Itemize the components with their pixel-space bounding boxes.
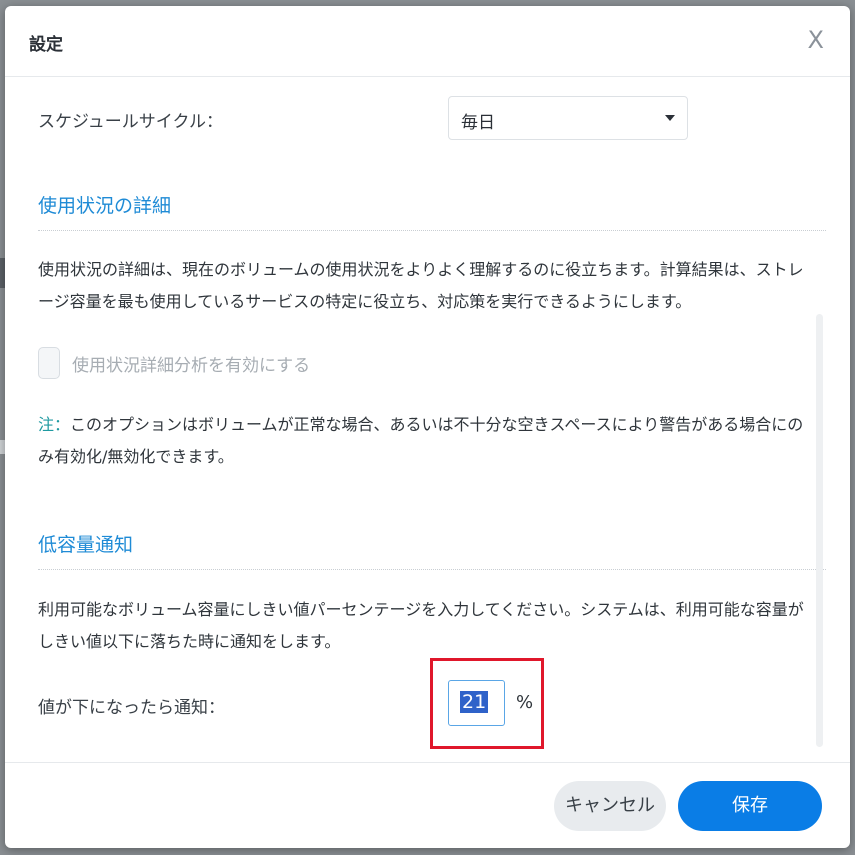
settings-dialog: 設定 X スケジュールサイクル： 毎日 使用状況の詳細 使用状況の詳細は、現在の… xyxy=(5,6,850,848)
highlight-box xyxy=(430,658,544,749)
low-capacity-title: 低容量通知 xyxy=(38,534,134,556)
dropdown-caret-icon xyxy=(665,115,675,121)
cancel-button[interactable]: キャンセル xyxy=(554,781,666,831)
usage-details-note: 注：このオプションはボリュームが正常な場合、あるいは不十分な空きスペースにより警… xyxy=(38,409,818,473)
low-capacity-description: 利用可能なボリューム容量にしきい値パーセンテージを入力してください。システムは、… xyxy=(38,600,804,651)
usage-analysis-checkbox-label: 使用状況詳細分析を有効にする xyxy=(72,356,311,376)
dialog-title: 設定 xyxy=(29,35,63,55)
note-text: このオプションはボリュームが正常な場合、あるいは不十分な空きスペースにより警告が… xyxy=(38,415,804,466)
dialog-footer: キャンセル 保存 xyxy=(5,762,850,848)
threshold-label: 値が下になったら通知： xyxy=(38,698,225,718)
section-divider xyxy=(38,230,826,231)
section-divider xyxy=(38,569,826,570)
usage-analysis-checkbox[interactable] xyxy=(38,347,60,379)
schedule-cycle-value: 毎日 xyxy=(461,113,495,133)
usage-details-title: 使用状況の詳細 xyxy=(38,195,172,217)
save-button[interactable]: 保存 xyxy=(678,781,822,831)
dialog-header: 設定 X xyxy=(5,6,850,77)
scrollbar[interactable] xyxy=(816,314,823,747)
schedule-cycle-label: スケジュールサイクル： xyxy=(38,112,223,132)
note-label: 注： xyxy=(38,415,71,434)
usage-details-description: 使用状況の詳細は、現在のボリュームの使用状況をよりよく理解するのに役立ちます。計… xyxy=(38,260,804,311)
close-icon[interactable]: X xyxy=(808,26,824,54)
schedule-cycle-select[interactable]: 毎日 xyxy=(448,96,688,140)
